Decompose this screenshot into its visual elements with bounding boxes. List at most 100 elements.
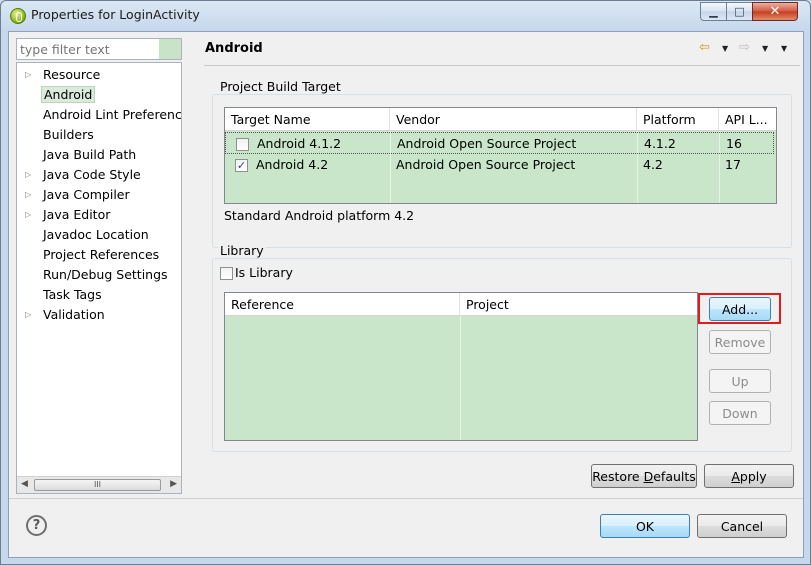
- expand-arrow-icon[interactable]: ▷: [25, 70, 31, 79]
- tree-item[interactable]: Java Build Path: [17, 145, 181, 165]
- tree-item[interactable]: Javadoc Location: [17, 225, 181, 245]
- forward-arrow-icon[interactable]: ⇨: [739, 40, 750, 55]
- tree-item-label: Builders: [43, 127, 94, 142]
- restore-defaults-button[interactable]: Restore Defaults: [591, 464, 697, 488]
- tree-item[interactable]: ▷ Resource: [17, 65, 181, 85]
- move-up-button[interactable]: Up: [709, 369, 771, 393]
- close-icon: ✕: [769, 4, 781, 19]
- apply-mnemonic: A: [731, 468, 740, 484]
- property-page-tree[interactable]: ▷ Resource Android Android Lint Preferences…: [16, 62, 182, 494]
- remove-library-button[interactable]: Remove: [709, 330, 771, 354]
- tree-item-label: Java Compiler: [43, 187, 130, 202]
- expand-arrow-icon[interactable]: ▷: [25, 190, 31, 199]
- tree-item-label: Project References: [43, 247, 160, 262]
- add-button-highlight: [698, 293, 781, 324]
- tree-item[interactable]: Android: [17, 85, 181, 105]
- column-platform[interactable]: Platform: [637, 108, 719, 131]
- build-target-label: Project Build Target: [218, 79, 343, 94]
- back-arrow-icon[interactable]: ⇦: [699, 40, 710, 55]
- window-title: Properties for LoginActivity: [31, 7, 200, 22]
- check-mark-icon: ✓: [236, 159, 247, 172]
- dialog-client-area: ▷ Resource Android Android Lint Preferences…: [8, 31, 804, 558]
- tree-item-label: Run/Debug Settings: [43, 267, 168, 282]
- move-down-button[interactable]: Down: [709, 401, 771, 425]
- column-api-level[interactable]: API L...: [719, 108, 776, 131]
- tree-item-label: Javadoc Location: [43, 227, 149, 242]
- pane-sash[interactable]: [187, 32, 191, 497]
- minimize-icon: ▁: [709, 5, 718, 18]
- is-library-checkbox[interactable]: [220, 267, 233, 280]
- back-dropdown-icon[interactable]: ▼: [722, 44, 728, 53]
- is-library-label: Is Library: [235, 265, 293, 280]
- button-bar-separator: [9, 498, 803, 499]
- tree-item[interactable]: ▷ Validation: [17, 305, 181, 325]
- column-divider: [460, 316, 461, 440]
- maximize-button[interactable]: □: [726, 2, 753, 21]
- tree-item[interactable]: ▷ Java Editor: [17, 205, 181, 225]
- scroll-thumb[interactable]: III: [34, 479, 161, 491]
- target-name: Android 4.1.2: [257, 136, 342, 151]
- target-checkbox-android-4-2[interactable]: ✓: [235, 159, 248, 172]
- target-platform: 4.1.2: [644, 136, 676, 151]
- forward-dropdown-icon[interactable]: ▼: [762, 44, 768, 53]
- tree-horizontal-scrollbar[interactable]: ◀ III ▶: [17, 476, 181, 493]
- tree-item-label: Java Code Style: [43, 167, 141, 182]
- tree-item[interactable]: ▷ Java Compiler: [17, 185, 181, 205]
- target-api: 16: [726, 136, 742, 151]
- target-api: 17: [725, 157, 741, 172]
- filter-input[interactable]: [17, 39, 155, 59]
- tree-item[interactable]: Builders: [17, 125, 181, 145]
- build-target-table[interactable]: Target Name Vendor Platform API L... And…: [224, 107, 777, 204]
- help-icon[interactable]: ?: [26, 515, 47, 536]
- restore-label-start: Restore: [592, 468, 644, 484]
- properties-window: Properties for LoginActivity ▁ □ ✕ ▷ Reso…: [0, 0, 811, 565]
- help-glyph: ?: [32, 518, 41, 533]
- apply-button[interactable]: Apply: [704, 464, 794, 488]
- tree-item-label: Validation: [43, 307, 105, 322]
- tree-item-label: Android: [41, 86, 96, 103]
- page-navigation: ⇦ ▼ ⇨ ▼ ▼: [695, 40, 795, 58]
- tree-item[interactable]: Project References: [17, 245, 181, 265]
- scroll-right-icon[interactable]: ▶: [170, 479, 177, 489]
- view-menu-icon[interactable]: ▼: [781, 44, 787, 53]
- library-reference-table[interactable]: Reference Project: [224, 292, 698, 441]
- column-vendor[interactable]: Vendor: [390, 108, 637, 131]
- close-button[interactable]: ✕: [752, 2, 798, 21]
- target-platform: 4.2: [643, 157, 663, 172]
- cancel-button[interactable]: Cancel: [697, 514, 787, 538]
- expand-arrow-icon[interactable]: ▷: [25, 170, 31, 179]
- column-project[interactable]: Project: [460, 293, 697, 316]
- target-checkbox-android-4-1-2[interactable]: [236, 138, 249, 151]
- tree-item[interactable]: Task Tags: [17, 285, 181, 305]
- target-vendor: Android Open Source Project: [396, 157, 576, 172]
- target-name: Android 4.2: [256, 157, 329, 172]
- minimize-button[interactable]: ▁: [700, 2, 727, 21]
- tree-item-label: Java Editor: [43, 207, 111, 222]
- tree-item[interactable]: Android Lint Preferences: [17, 105, 182, 125]
- column-reference[interactable]: Reference: [225, 293, 460, 316]
- tree-item-label: Java Build Path: [43, 147, 137, 162]
- tree-item-label: Android Lint Preferences: [43, 107, 182, 122]
- page-title: Android: [205, 41, 263, 56]
- restore-mnemonic: D: [643, 468, 654, 484]
- target-vendor: Android Open Source Project: [397, 136, 577, 151]
- target-row-android-4-1-2[interactable]: Android 4.1.2 Android Open Source Projec…: [225, 132, 774, 154]
- maximize-icon: □: [734, 5, 745, 18]
- scroll-left-icon[interactable]: ◀: [21, 479, 28, 489]
- restore-label-end: efaults: [653, 468, 696, 484]
- expand-arrow-icon[interactable]: ▷: [25, 310, 31, 319]
- ok-button[interactable]: OK: [600, 514, 690, 538]
- target-row-android-4-2[interactable]: ✓ Android 4.2 Android Open Source Projec…: [225, 154, 774, 176]
- apply-label-end: pply: [739, 468, 767, 484]
- eclipse-app-icon: [10, 8, 26, 24]
- filter-box: [16, 38, 182, 60]
- title-bar[interactable]: Properties for LoginActivity ▁ □ ✕: [1, 1, 810, 31]
- column-target-name[interactable]: Target Name: [225, 108, 390, 131]
- tree-item[interactable]: ▷ Java Code Style: [17, 165, 181, 185]
- title-separator: [204, 65, 800, 66]
- expand-arrow-icon[interactable]: ▷: [25, 210, 31, 219]
- library-label: Library: [218, 243, 266, 258]
- clear-filter-icon[interactable]: [159, 39, 181, 59]
- tree-item[interactable]: Run/Debug Settings: [17, 265, 181, 285]
- tree-item-label: Task Tags: [43, 287, 102, 302]
